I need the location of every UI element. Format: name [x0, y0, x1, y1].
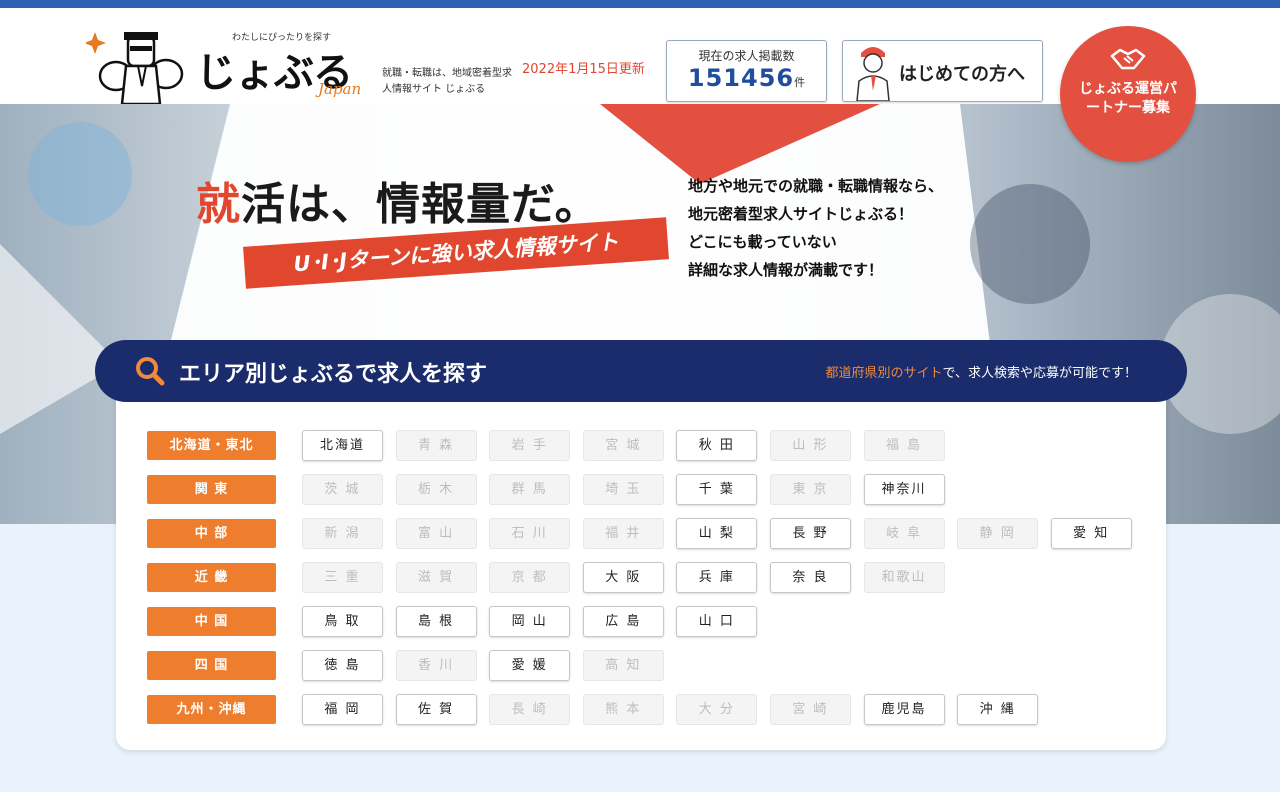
prefecture-button: 宮 城: [582, 429, 664, 461]
prefecture-button: 栃 木: [395, 473, 477, 505]
search-icon: [136, 357, 165, 386]
prefecture-button: 静 岡: [957, 517, 1039, 549]
region-label: 中 国: [147, 606, 276, 636]
job-count-unit: 件: [794, 76, 806, 89]
prefecture-button: 埼 玉: [582, 473, 664, 505]
partner-label: じょぶる運営パートナー募集: [1060, 80, 1196, 118]
prefecture-button: 福 島: [863, 429, 945, 461]
region-label: 九州・沖縄: [147, 694, 276, 724]
prefecture-button: 岐 阜: [863, 517, 945, 549]
prefecture-button[interactable]: 北海道: [302, 429, 383, 461]
job-count-label: 現在の求人掲載数: [698, 49, 795, 63]
prefecture-button[interactable]: 鹿児島: [863, 693, 945, 725]
region-label: 北海道・東北: [147, 430, 276, 460]
area-title: エリア別じょぶるで求人を探す: [179, 362, 488, 387]
region-row: 中 国鳥 取島 根岡 山広 島山 口: [147, 605, 1144, 637]
first-visit-label: はじめての方へ: [899, 64, 1025, 85]
prefecture-button[interactable]: 愛 媛: [489, 649, 571, 681]
prefecture-button[interactable]: 徳 島: [302, 649, 383, 681]
prefecture-button: 香 川: [395, 649, 477, 681]
prefecture-button: 大 分: [676, 693, 758, 725]
area-note-rest: で、求人検索や応募が可能です！: [942, 366, 1137, 381]
prefecture-button: 福 井: [582, 517, 664, 549]
prefecture-button: 富 山: [395, 517, 477, 549]
partner-label-text: じょぶる運営パートナー募集: [1079, 81, 1177, 116]
hero-title: 就活は、情報量だ。: [196, 168, 600, 232]
hero-title-rest: 活は、情報量だ。: [241, 179, 600, 230]
region-row: 中 部新 潟富 山石 川福 井山 梨長 野岐 阜静 岡愛 知: [147, 517, 1144, 549]
prefecture-button: 山 形: [769, 429, 851, 461]
hero-desc-line4: 詳細な求人情報が満載です！: [688, 261, 884, 279]
region-row: 近 畿三 重滋 賀京 都大 阪兵 庫奈 良和歌山: [147, 561, 1144, 593]
prefecture-button[interactable]: 山 口: [676, 605, 758, 637]
person-icon: [856, 47, 890, 101]
prefecture-button[interactable]: 岡 山: [489, 605, 571, 637]
prefecture-button[interactable]: 奈 良: [769, 561, 851, 593]
partner-recruit-button[interactable]: じょぶる運営パートナー募集: [1060, 26, 1196, 162]
region-row: 四 国徳 島香 川愛 媛高 知: [147, 649, 1144, 681]
prefecture-button[interactable]: 山 梨: [676, 517, 758, 549]
prefecture-button[interactable]: 佐 賀: [395, 693, 477, 725]
prefecture-button[interactable]: 兵 庫: [676, 561, 758, 593]
prefecture-button[interactable]: 沖 縄: [957, 693, 1039, 725]
handshake-icon: [1110, 48, 1146, 70]
hero-description: 地方や地元での就職・転職情報なら、 地元密着型求人サイトじょぶる！ どこにも載っ…: [688, 172, 943, 284]
prefecture-button[interactable]: 大 阪: [582, 561, 664, 593]
prefecture-button: 石 川: [489, 517, 571, 549]
update-date: 2022年1月15日更新: [522, 62, 645, 77]
region-label: 関 東: [147, 474, 276, 504]
prefecture-button: 滋 賀: [395, 561, 477, 593]
hero-desc-line3: どこにも載っていない: [688, 233, 837, 251]
prefecture-button: 岩 手: [489, 429, 571, 461]
prefecture-button[interactable]: 神奈川: [863, 473, 945, 505]
prefecture-button[interactable]: 島 根: [395, 605, 477, 637]
region-row: 九州・沖縄福 岡佐 賀長 崎熊 本大 分宮 崎鹿児島沖 縄: [147, 693, 1144, 725]
prefecture-button: 東 京: [769, 473, 851, 505]
prefecture-button: 和歌山: [863, 561, 945, 593]
site-description: 就職・転職は、地域密着型求人情報サイト じょぶる: [382, 68, 512, 95]
prefecture-button[interactable]: 福 岡: [302, 693, 383, 725]
area-note: 都道府県別のサイトで、求人検索や応募が可能です！: [826, 362, 1138, 381]
prefecture-button[interactable]: 秋 田: [676, 429, 758, 461]
job-count-value: 151456: [687, 64, 795, 92]
prefecture-button: 新 潟: [302, 517, 383, 549]
hero-desc-line1: 地方や地元での就職・転職情報なら、: [688, 177, 944, 195]
area-note-highlight: 都道府県別のサイト: [825, 366, 943, 381]
job-count-box: 現在の求人掲載数 151456件: [666, 40, 827, 102]
region-row: 北海道・東北 北海道青 森岩 手宮 城秋 田山 形福 島: [147, 429, 1144, 461]
prefecture-button: 長 崎: [489, 693, 571, 725]
region-row: 関 東茨 城栃 木群 馬埼 玉千 葉東 京神奈川: [147, 473, 1144, 505]
prefecture-button: 高 知: [582, 649, 664, 681]
hero-desc-line2: 地元密着型求人サイトじょぶる！: [688, 205, 914, 223]
mascot-icon: [86, 32, 184, 106]
logo-sub: Japan: [318, 80, 362, 98]
area-search-bar: エリア別じょぶるで求人を探す 都道府県別のサイトで、求人検索や応募が可能です！: [95, 340, 1187, 402]
hero-title-first: 就: [196, 179, 241, 230]
prefecture-button: 京 都: [489, 561, 571, 593]
prefecture-button: 青 森: [395, 429, 477, 461]
prefecture-button: 宮 崎: [769, 693, 851, 725]
prefecture-button[interactable]: 千 葉: [676, 473, 758, 505]
prefecture-button[interactable]: 長 野: [769, 517, 851, 549]
region-label: 四 国: [147, 650, 276, 680]
prefecture-button: 群 馬: [489, 473, 571, 505]
prefecture-button[interactable]: 愛 知: [1050, 517, 1132, 549]
region-label: 近 畿: [147, 562, 276, 592]
prefecture-button: 三 重: [302, 561, 383, 593]
prefecture-button: 熊 本: [582, 693, 664, 725]
first-visit-button[interactable]: はじめての方へ: [842, 40, 1043, 102]
prefecture-button[interactable]: 広 島: [582, 605, 664, 637]
prefecture-button: 茨 城: [302, 473, 383, 505]
region-list: 北海道・東北 北海道青 森岩 手宮 城秋 田山 形福 島関 東茨 城栃 木群 馬埼…: [147, 429, 1144, 737]
prefecture-button[interactable]: 鳥 取: [302, 605, 383, 637]
top-accent-line: [0, 0, 1280, 8]
region-label: 中 部: [147, 518, 276, 548]
